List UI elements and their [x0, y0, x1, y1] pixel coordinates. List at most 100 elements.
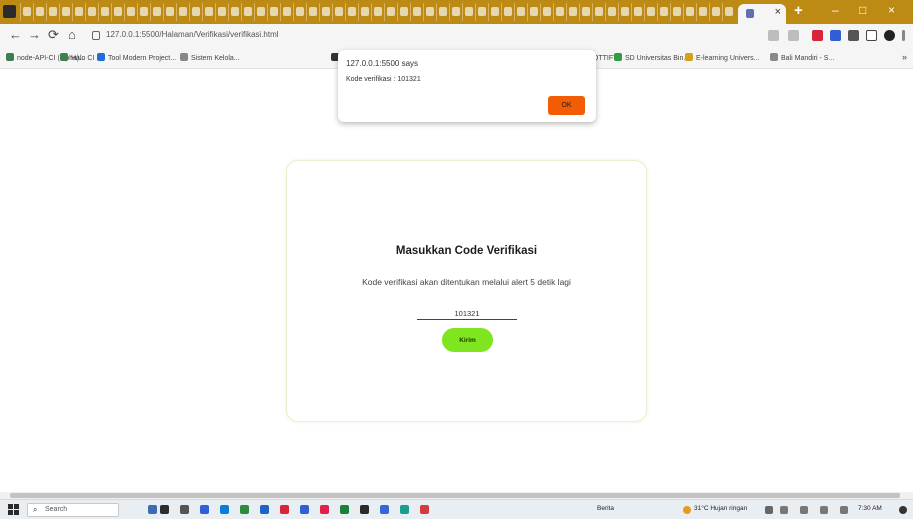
tab[interactable]	[33, 3, 44, 21]
tab[interactable]	[124, 3, 135, 21]
sidepanel-icon[interactable]	[866, 30, 877, 41]
submit-button[interactable]: Kirim	[442, 328, 493, 352]
tab-active-verifikasi[interactable]: ×	[738, 4, 786, 24]
taskbar-app-icon[interactable]	[380, 505, 389, 514]
extensions-puzzle-icon[interactable]	[848, 30, 859, 41]
horizontal-scrollbar[interactable]	[0, 492, 913, 499]
taskbar-app-icon[interactable]	[160, 505, 169, 514]
menu-kebab-icon[interactable]	[902, 30, 905, 41]
bookmark-item[interactable]: Halo CI	[60, 53, 94, 64]
volume-icon[interactable]	[820, 506, 828, 514]
tab[interactable]	[618, 3, 629, 21]
alert-ok-button[interactable]: OK	[548, 96, 585, 115]
taskbar-app-icon[interactable]	[400, 505, 409, 514]
taskbar-app-icon[interactable]	[220, 505, 229, 514]
tab[interactable]	[475, 3, 486, 21]
tab[interactable]	[579, 3, 590, 21]
taskbar-app-icon[interactable]	[360, 505, 369, 514]
tab[interactable]	[397, 3, 408, 21]
taskbar-app-icon[interactable]	[320, 505, 329, 514]
bookmarks-overflow-button[interactable]: »	[902, 52, 907, 62]
share-icon[interactable]	[768, 30, 779, 41]
tab[interactable]	[189, 3, 200, 21]
taskbar-app-icon[interactable]	[200, 505, 209, 514]
tab[interactable]	[527, 3, 538, 21]
bookmark-item[interactable]: Tool Modern Project...	[97, 53, 176, 64]
tab[interactable]	[215, 3, 226, 21]
scrollbar-thumb[interactable]	[10, 493, 900, 498]
clock[interactable]: 7:30 AM	[858, 505, 882, 512]
taskbar-app-icon[interactable]	[340, 505, 349, 514]
tab[interactable]	[202, 3, 213, 21]
taskbar-widgets-icon[interactable]	[148, 505, 157, 514]
minimize-button[interactable]: –	[832, 3, 839, 17]
battery-icon[interactable]	[840, 506, 848, 514]
tab[interactable]	[501, 3, 512, 21]
tab[interactable]	[46, 3, 57, 21]
extension-red-icon[interactable]	[812, 30, 823, 41]
tab[interactable]	[449, 3, 460, 21]
back-button[interactable]: ←	[9, 27, 22, 42]
maximize-button[interactable]: □	[859, 3, 866, 17]
tab[interactable]	[241, 3, 252, 21]
tab[interactable]	[696, 3, 707, 21]
tab[interactable]	[423, 3, 434, 21]
task-view-icon[interactable]	[180, 505, 189, 514]
tab[interactable]	[20, 3, 31, 21]
star-icon[interactable]	[788, 30, 799, 41]
tab[interactable]	[85, 3, 96, 21]
address-bar[interactable]: 127.0.0.1:5500/Halaman/Verifikasi/verifi…	[88, 28, 760, 44]
tab[interactable]	[150, 3, 161, 21]
taskbar-app-icon[interactable]	[240, 505, 249, 514]
tab[interactable]	[306, 3, 317, 21]
extension-blue-icon[interactable]	[830, 30, 841, 41]
reload-button[interactable]: ⟳	[48, 27, 59, 43]
taskbar-app-icon[interactable]	[280, 505, 289, 514]
tab[interactable]	[462, 3, 473, 21]
taskbar-app-icon[interactable]	[420, 505, 429, 514]
tab[interactable]	[722, 3, 733, 21]
bookmark-item[interactable]: SD Universitas Bin...	[614, 53, 689, 64]
tab[interactable]	[228, 3, 239, 21]
tab[interactable]	[72, 3, 83, 21]
tab[interactable]	[605, 3, 616, 21]
tab[interactable]	[566, 3, 577, 21]
tab[interactable]	[254, 3, 265, 21]
tab[interactable]	[163, 3, 174, 21]
tab[interactable]	[319, 3, 330, 21]
tab[interactable]	[709, 3, 720, 21]
close-window-button[interactable]: ×	[888, 3, 895, 17]
tab[interactable]	[631, 3, 642, 21]
tab[interactable]	[657, 3, 668, 21]
news-label[interactable]: Berita	[597, 505, 614, 512]
bookmark-item[interactable]: Sistem Kelola...	[180, 53, 240, 64]
tab[interactable]	[553, 3, 564, 21]
new-tab-button[interactable]: +	[794, 2, 803, 19]
tray-app-icon[interactable]	[780, 506, 788, 514]
site-info-icon[interactable]	[92, 31, 100, 40]
tab[interactable]	[644, 3, 655, 21]
profile-avatar-icon[interactable]	[884, 30, 895, 41]
tab[interactable]	[345, 3, 356, 21]
chevron-up-icon[interactable]	[765, 506, 773, 514]
tab[interactable]	[540, 3, 551, 21]
taskbar-app-icon[interactable]	[260, 505, 269, 514]
tab-close-icon[interactable]: ×	[775, 6, 781, 18]
bookmark-item[interactable]: E-learning Univers...	[685, 53, 759, 64]
tab[interactable]	[98, 3, 109, 21]
taskbar-search[interactable]: ⌕ Search	[27, 503, 119, 517]
windows-start-icon[interactable]	[8, 504, 19, 515]
tab[interactable]	[683, 3, 694, 21]
taskbar-app-icon[interactable]	[300, 505, 309, 514]
tab[interactable]	[488, 3, 499, 21]
tab[interactable]	[332, 3, 343, 21]
tab[interactable]	[592, 3, 603, 21]
tab[interactable]	[358, 3, 369, 21]
tab[interactable]	[267, 3, 278, 21]
home-button[interactable]: ⌂	[68, 27, 76, 42]
tab[interactable]	[436, 3, 447, 21]
tab[interactable]	[176, 3, 187, 21]
bookmark-item[interactable]: Bali Mandiri - S...	[770, 53, 834, 64]
tab[interactable]	[293, 3, 304, 21]
weather-icon[interactable]	[683, 506, 691, 514]
